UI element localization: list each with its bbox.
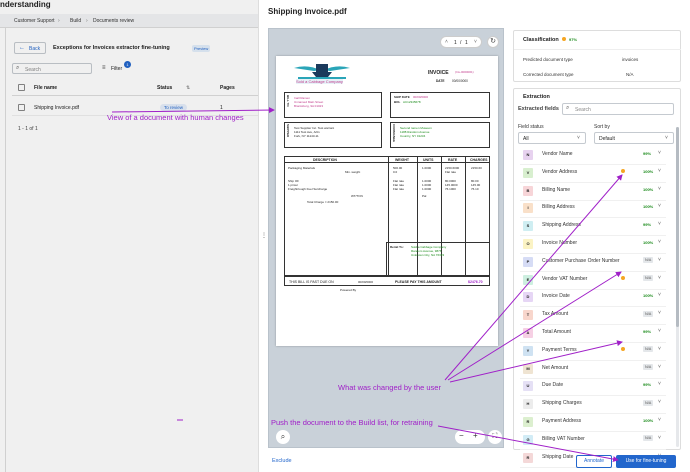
annotation-changed-by-user: What was changed by the user	[338, 383, 441, 392]
annotation-arrows	[111, 107, 623, 463]
annotation-push-document: Push the document to the Build list, for…	[271, 418, 433, 427]
annotation-view-document: View of a document with human changes	[107, 113, 244, 122]
